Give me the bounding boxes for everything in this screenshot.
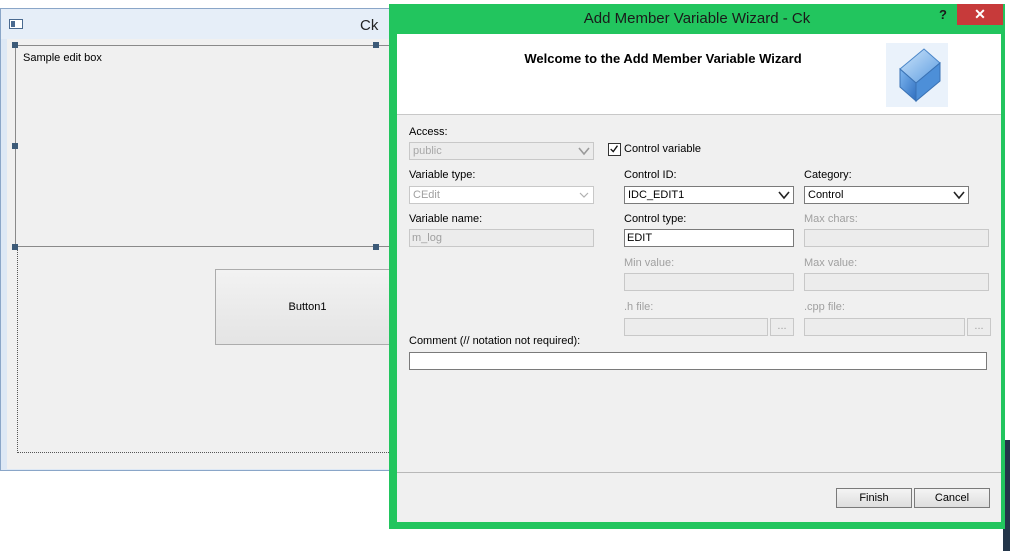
control-type-label: Control type: — [624, 213, 687, 225]
cpp-file-browse-button[interactable]: ... — [967, 318, 991, 336]
max-value-label: Max value: — [804, 257, 858, 269]
category-label: Category: — [804, 169, 852, 181]
variable-name-value: m_log — [412, 232, 442, 244]
h-file-field[interactable] — [624, 318, 768, 336]
max-chars-field[interactable] — [804, 229, 989, 247]
wizard-title: Add Member Variable Wizard - Ck — [583, 10, 811, 27]
close-button[interactable]: ✕ — [957, 4, 1003, 25]
chevron-down-icon — [778, 191, 790, 200]
category-combo[interactable]: Control — [804, 186, 969, 204]
h-file-browse-button[interactable]: ... — [770, 318, 794, 336]
variable-name-label: Variable name: — [409, 213, 483, 225]
variable-name-field[interactable]: m_log — [409, 229, 594, 247]
help-button[interactable]: ? — [939, 7, 947, 22]
control-variable-checkbox[interactable] — [608, 143, 621, 156]
variable-type-label: Variable type: — [409, 169, 476, 181]
window-system-icon[interactable] — [9, 19, 23, 29]
cpp-file-field[interactable] — [804, 318, 965, 336]
max-value-field[interactable] — [804, 273, 989, 291]
comment-field[interactable] — [409, 352, 987, 370]
wizard-body: Welcome to the Add Member Variable Wizar… — [397, 34, 1001, 522]
finish-button[interactable]: Finish — [836, 488, 912, 508]
resize-handle-left[interactable] — [12, 143, 18, 149]
resize-handle-top-left[interactable] — [12, 42, 18, 48]
comment-label: Comment (// notation not required): — [409, 335, 581, 347]
chevron-down-icon — [953, 191, 965, 200]
checkmark-icon — [610, 145, 619, 153]
access-combo[interactable]: public — [409, 142, 594, 160]
category-value: Control — [808, 189, 844, 201]
variable-type-value: CEdit — [413, 189, 440, 201]
wizard-cube-icon — [886, 43, 948, 107]
control-id-value: IDC_EDIT1 — [628, 189, 685, 201]
add-member-variable-wizard: Add Member Variable Wizard - Ck ? ✕ Welc… — [389, 4, 1005, 529]
resize-handle-bottom-right[interactable] — [373, 244, 379, 250]
wizard-heading: Welcome to the Add Member Variable Wizar… — [524, 51, 802, 66]
button1-control[interactable]: Button1 — [215, 269, 400, 345]
min-value-label: Min value: — [624, 257, 675, 269]
edit-box-text: Sample edit box — [23, 52, 102, 64]
control-id-combo[interactable]: IDC_EDIT1 — [624, 186, 794, 204]
designer-window-title: Ck — [360, 17, 379, 34]
control-variable-label: Control variable — [624, 143, 702, 155]
cancel-button[interactable]: Cancel — [914, 488, 990, 508]
control-id-label: Control ID: — [624, 169, 677, 181]
footer-separator — [397, 472, 1001, 473]
designer-title-bar: Ck — [1, 9, 399, 39]
max-chars-label: Max chars: — [804, 213, 858, 225]
button1-label: Button1 — [288, 301, 327, 313]
access-value: public — [413, 145, 442, 157]
chevron-down-icon — [579, 192, 589, 198]
sample-edit-box[interactable]: Sample edit box — [15, 45, 395, 247]
control-type-value: EDIT — [627, 232, 653, 244]
resize-handle-bottom-left[interactable] — [12, 244, 18, 250]
min-value-field[interactable] — [624, 273, 794, 291]
resize-handle-top-right[interactable] — [373, 42, 379, 48]
chevron-down-icon — [578, 147, 590, 156]
cpp-file-label: .cpp file: — [804, 301, 845, 313]
control-type-field[interactable]: EDIT — [624, 229, 794, 247]
h-file-label: .h file: — [624, 301, 654, 313]
access-label: Access: — [409, 126, 448, 138]
wizard-banner: Welcome to the Add Member Variable Wizar… — [397, 34, 1001, 115]
variable-type-combo[interactable]: CEdit — [409, 186, 594, 204]
